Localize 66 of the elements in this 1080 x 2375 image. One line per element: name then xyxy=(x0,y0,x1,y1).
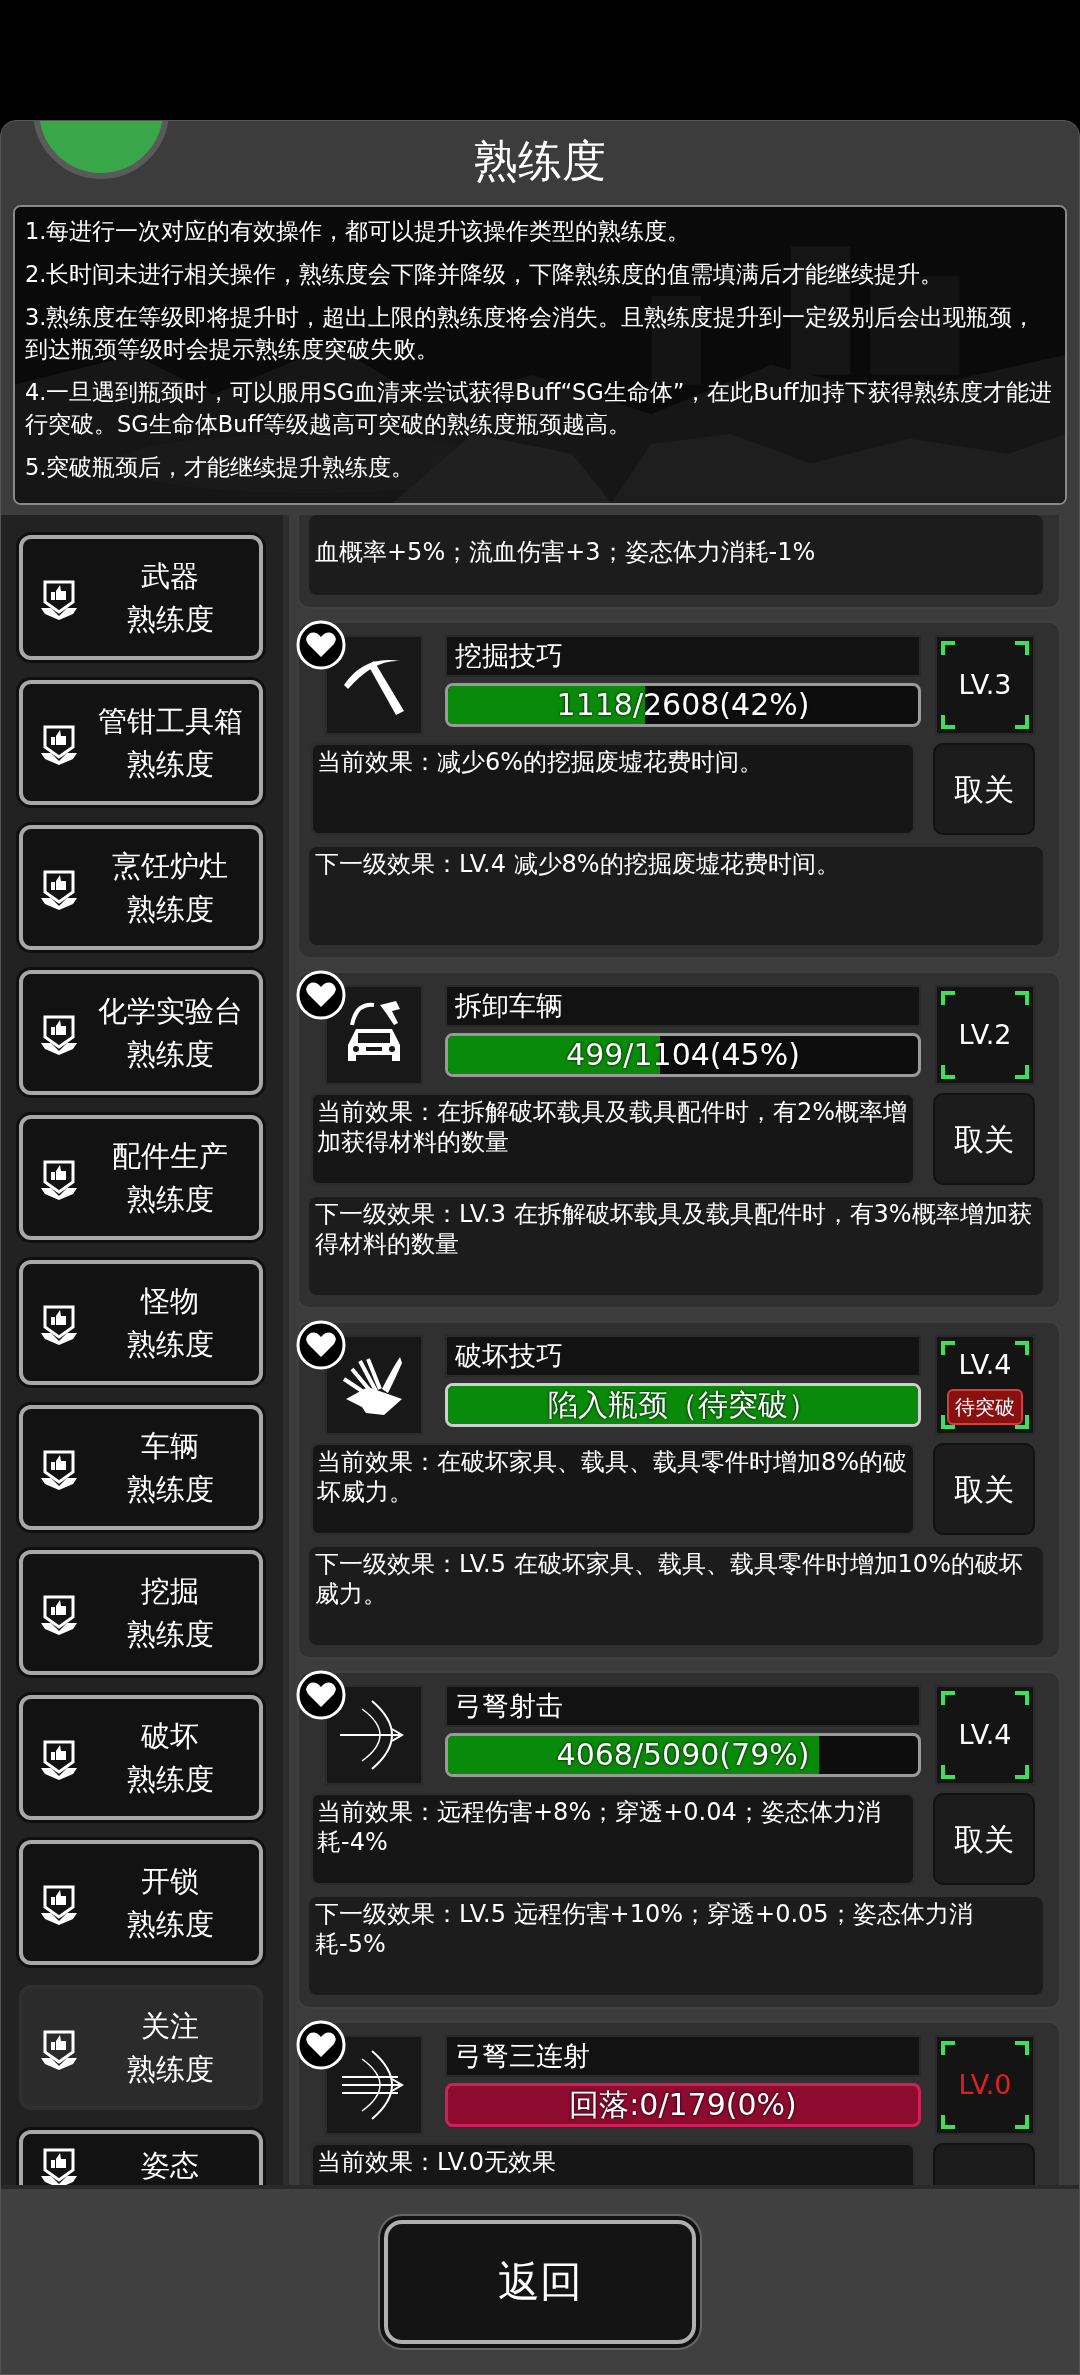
sidebar-item[interactable]: 挖掘 熟练度 xyxy=(19,1550,263,1675)
corner-bracket xyxy=(1015,1691,1029,1705)
corner-bracket xyxy=(1015,715,1029,729)
sidebar-item[interactable]: 破坏 熟练度 xyxy=(19,1695,263,1820)
skill-name: 挖掘技巧 xyxy=(445,635,921,677)
next-effect: 下一级效果：LV.5 远程伤害+10%；穿透+0.05；姿态体力消耗-5% xyxy=(309,1897,1043,1995)
corner-bracket xyxy=(941,1065,955,1079)
current-effect: 当前效果：在拆解破坏载具及载具配件时，有2%概率增加获得材料的数量 xyxy=(311,1093,915,1185)
corner-bracket xyxy=(1015,2115,1029,2129)
level-text: LV.3 xyxy=(958,667,1012,702)
current-effect: 当前效果：在破坏家具、载具、载具零件时增加8%的破坏威力。 xyxy=(311,1443,915,1535)
progress-text: 回落:0/179(0%) xyxy=(569,2086,797,2124)
unfollow-button[interactable]: 取关 xyxy=(933,1793,1035,1885)
sidebar-item[interactable]: 化学实验台 熟练度 xyxy=(19,970,263,1095)
corner-bracket xyxy=(941,715,955,729)
rule-text: 3.熟练度在等级即将提升时，超出上限的熟练度将会消失。且熟练度提升到一定级别后会出现瓶颈，到达瓶颈等级时会提示熟练度突破失败。 xyxy=(25,303,1037,364)
level-text: LV.4 xyxy=(958,1347,1012,1382)
sidebar-item[interactable]: 管钳工具箱 熟练度 xyxy=(19,680,263,805)
corner-bracket xyxy=(1015,1341,1029,1355)
window-title: 熟练度 xyxy=(474,134,606,188)
rule-text: 5.突破瓶颈后，才能继续提升熟练度。 xyxy=(25,453,416,482)
level-text: LV.0 xyxy=(958,2067,1012,2102)
next-effect: 下一级效果：LV.4 减少8%的挖掘废墟花费时间。 xyxy=(309,847,1043,945)
skill-name: 弓弩三连射 xyxy=(445,2035,921,2077)
sidebar-item[interactable]: 开锁 熟练度 xyxy=(19,1840,263,1965)
corner-bracket xyxy=(1015,1065,1029,1079)
sidebar-item[interactable]: 武器 熟练度 xyxy=(19,535,263,660)
next-effect: 血概率+5%；流血伤害+3；姿态体力消耗-1% xyxy=(309,515,1043,595)
corner-bracket xyxy=(1015,991,1029,1005)
sidebar-item[interactable]: 怪物 熟练度 xyxy=(19,1260,263,1385)
corner-bracket xyxy=(941,1765,955,1779)
current-effect: 当前效果：远程伤害+8%；穿透+0.04；姿态体力消耗-4% xyxy=(311,1793,915,1885)
sidebar-item[interactable]: 关注 熟练度 xyxy=(19,1985,263,2110)
skill-name: 破坏技巧 xyxy=(445,1335,921,1377)
progress-text: 1118/2608(42%) xyxy=(556,686,810,724)
unfollow-button[interactable]: 取关 xyxy=(933,743,1035,835)
corner-bracket xyxy=(941,2115,955,2129)
corner-bracket xyxy=(941,641,955,655)
sidebar-item[interactable]: 车辆 熟练度 xyxy=(19,1405,263,1530)
level-text: LV.2 xyxy=(958,1017,1012,1052)
next-effect: 下一级效果：LV.5 在破坏家具、载具、载具零件时增加10%的破坏威力。 xyxy=(309,1547,1043,1645)
corner-bracket xyxy=(1015,1765,1029,1779)
current-effect: 当前效果：减少6%的挖掘废墟花费时间。 xyxy=(311,743,915,835)
rule-text: 1.每进行一次对应的有效操作，都可以提升该操作类型的熟练度。 xyxy=(25,217,692,246)
progress-text: 4068/5090(79%) xyxy=(556,1736,810,1774)
skill-name: 弓弩射击 xyxy=(445,1685,921,1727)
corner-bracket xyxy=(941,991,955,1005)
rule-text: 4.一旦遇到瓶颈时，可以服用SG血清来尝试获得Buff“SG生命体”，在此Buff加持下获得熟练度才能进行突破。SG生命体Buff等级越高可突破的熟练度瓶颈越高。 xyxy=(25,378,1053,439)
status-badge: 待突破 xyxy=(947,1389,1023,1426)
progress-text: 陷入瓶颈（待突破） xyxy=(548,1386,818,1424)
corner-bracket xyxy=(941,1691,955,1705)
skill-name: 拆卸车辆 xyxy=(445,985,921,1027)
corner-bracket xyxy=(941,1341,955,1355)
unfollow-button[interactable]: 取关 xyxy=(933,1093,1035,1185)
corner-bracket xyxy=(1015,641,1029,655)
sidebar-item[interactable]: 配件生产 熟练度 xyxy=(19,1115,263,1240)
next-effect: 下一级效果：LV.3 在拆解破坏载具及载具配件时，有3%概率增加获得材料的数量 xyxy=(309,1197,1043,1295)
sidebar-item[interactable]: 姿态 xyxy=(19,2130,263,2185)
progress-text: 499/1104(45%) xyxy=(566,1036,800,1074)
corner-bracket xyxy=(1015,2041,1029,2055)
unfollow-button[interactable]: 取关 xyxy=(933,1443,1035,1535)
current-effect: 当前效果：LV.0无效果 xyxy=(311,2143,915,2185)
corner-bracket xyxy=(941,2041,955,2055)
sidebar-item[interactable]: 烹饪炉灶 熟练度 xyxy=(19,825,263,950)
level-text: LV.4 xyxy=(958,1717,1012,1752)
rule-text: 2.长时间未进行相关操作，熟练度会下降并降级，下降熟练度的值需填满后才能继续提升。 xyxy=(25,260,945,289)
